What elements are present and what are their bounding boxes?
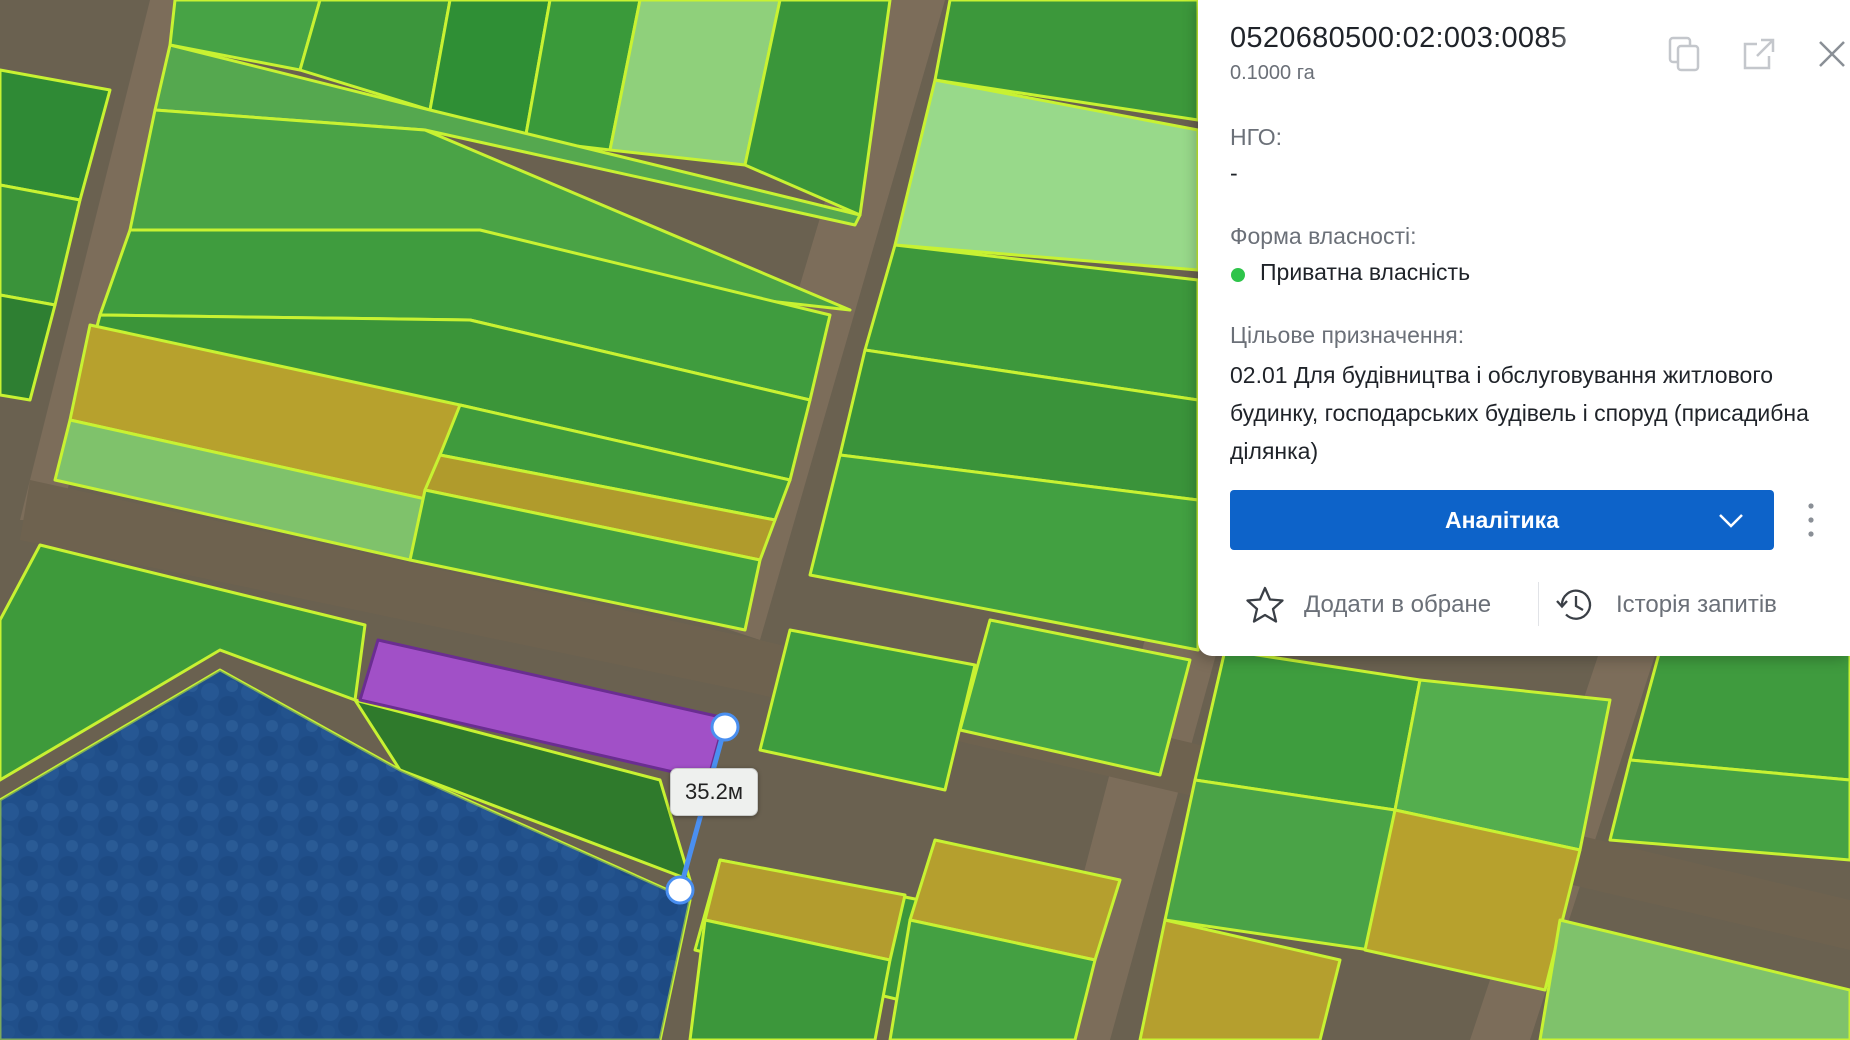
parcel-area: 0.1000 га: [1230, 62, 1315, 84]
close-icon[interactable]: [1812, 34, 1850, 74]
parcel-info-panel: 0520680500:02:003:0085 0.1000 га НГО: - …: [1198, 0, 1850, 656]
add-to-favorites-label: Додати в обране: [1304, 591, 1492, 618]
history-icon: [1556, 589, 1592, 620]
measure-distance-label: 35.2м: [670, 768, 758, 816]
purpose-value: 02.01 Для будівництва і обслуговування ж…: [1230, 362, 1809, 464]
request-history-button[interactable]: Історія запитів: [1554, 580, 1777, 630]
parcel[interactable]: [1163, 778, 1397, 952]
measure-handle[interactable]: [710, 712, 740, 742]
measure-handle[interactable]: [665, 875, 695, 905]
more-options-icon[interactable]: [1804, 498, 1818, 542]
parcel[interactable]: [1628, 638, 1850, 782]
purpose-label: Цільове призначення:: [1230, 322, 1465, 348]
ownership-label: Форма власності:: [1230, 223, 1417, 249]
chevron-down-icon: [1719, 514, 1743, 528]
ownership-status-dot: [1231, 268, 1245, 282]
copy-icon[interactable]: [1664, 34, 1704, 74]
analytics-button-label: Аналітика: [1444, 506, 1559, 533]
ngo-label: НГО:: [1230, 124, 1283, 150]
ngo-value: -: [1230, 160, 1238, 186]
add-to-favorites-button[interactable]: Додати в обране: [1244, 580, 1491, 630]
analytics-button[interactable]: Аналітика: [1230, 490, 1774, 550]
ownership-value: Приватна власність: [1260, 259, 1471, 285]
request-history-label: Історія запитів: [1616, 591, 1777, 618]
cadastral-number: 0520680500:02:003:0085: [1230, 22, 1610, 55]
open-external-icon[interactable]: [1739, 34, 1779, 74]
action-divider: [1538, 582, 1539, 626]
star-icon: [1246, 586, 1284, 623]
